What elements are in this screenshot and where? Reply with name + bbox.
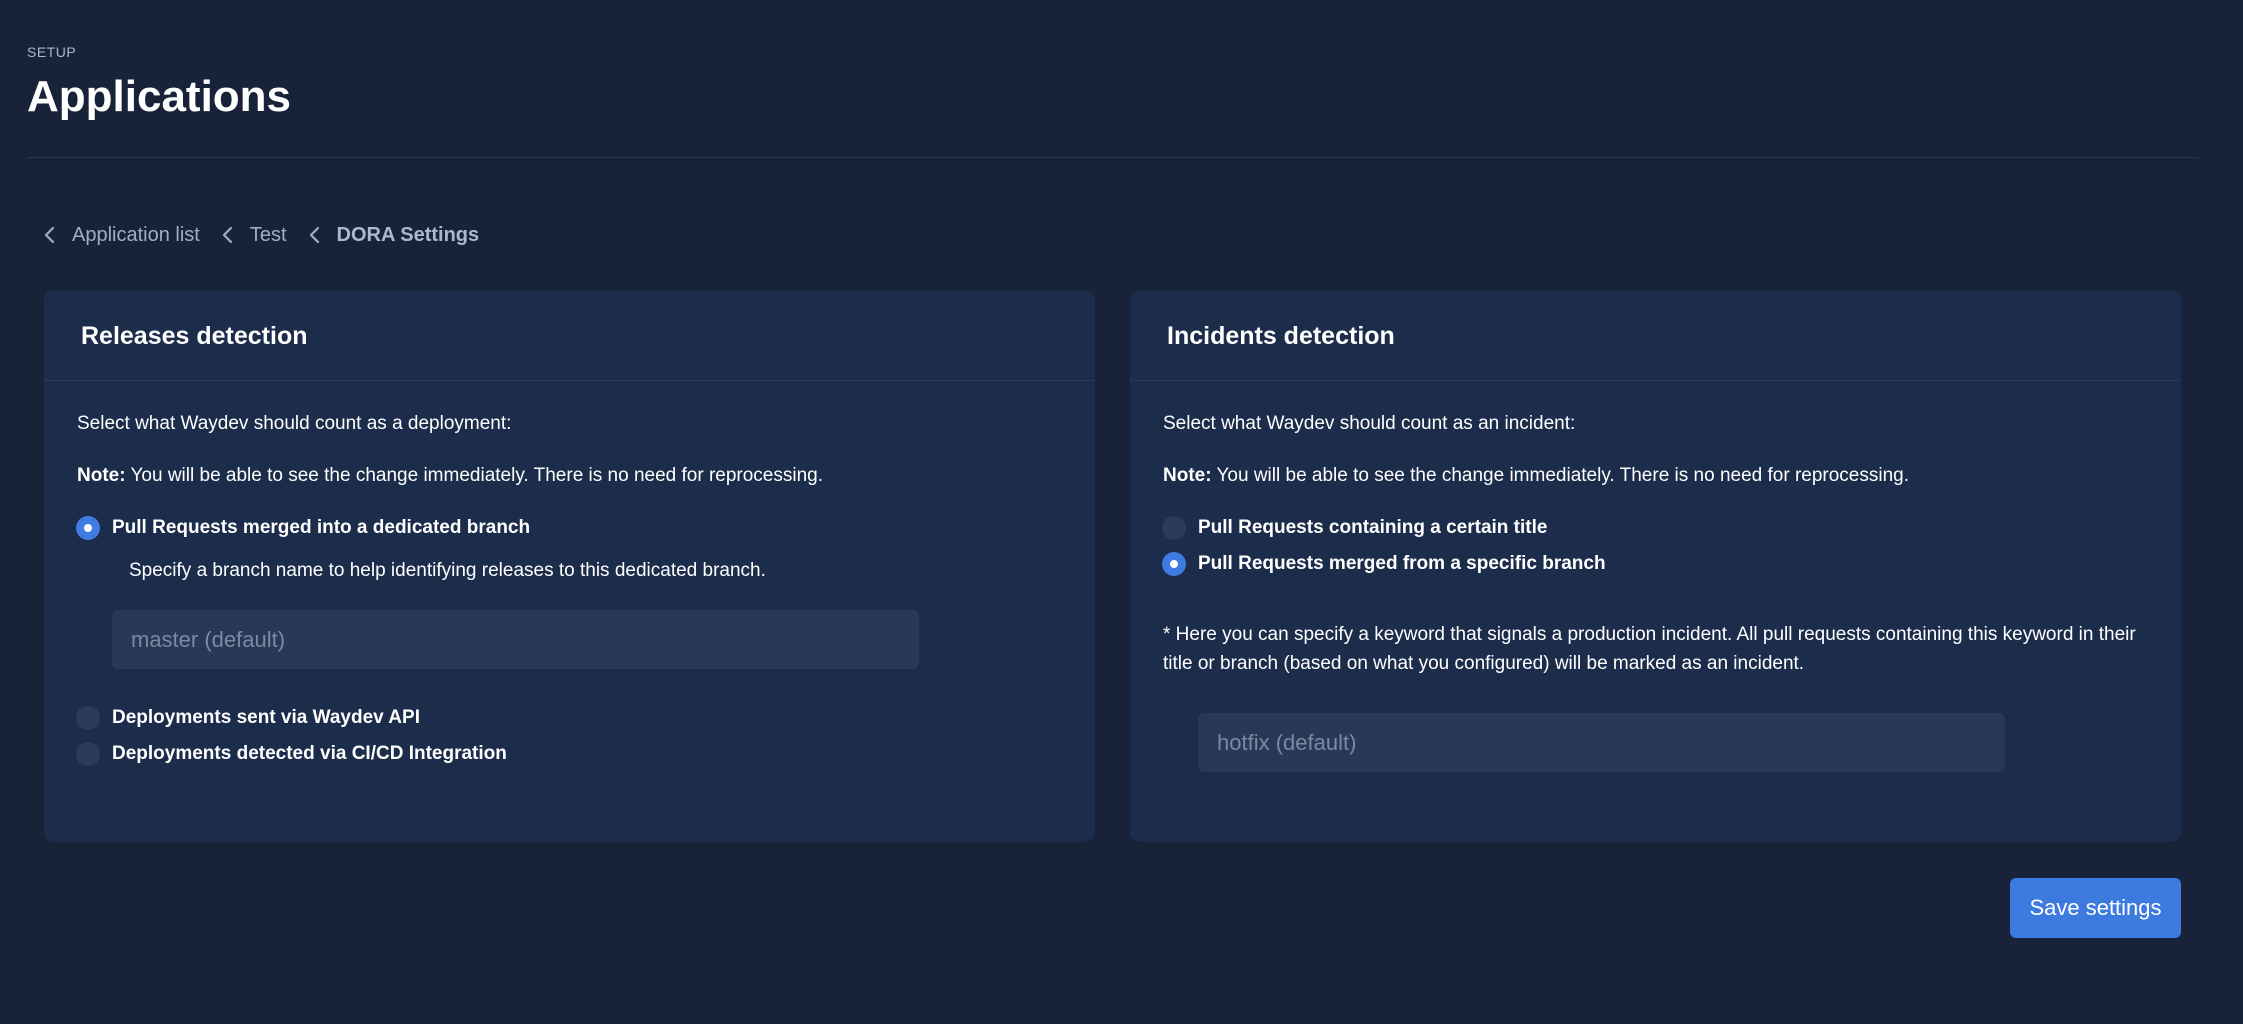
breadcrumb: Application list Test DORA Settings xyxy=(42,221,499,249)
radio-label: Pull Requests merged from a specific bra… xyxy=(1198,553,1606,574)
breadcrumb-label: Application list xyxy=(72,223,200,246)
note-text: You will be able to see the change immed… xyxy=(125,465,824,486)
radio-certain-title[interactable]: Pull Requests containing a certain title xyxy=(1162,516,1547,540)
card-divider xyxy=(1130,380,2181,381)
radio-specific-branch[interactable]: Pull Requests merged from a specific bra… xyxy=(1162,552,1606,576)
incidents-prompt: Select what Waydev should count as an in… xyxy=(1163,413,1576,434)
breadcrumb-application-list[interactable]: Application list xyxy=(42,224,220,247)
note-label: Note: xyxy=(1163,465,1212,486)
radio-label: Pull Requests containing a certain title xyxy=(1198,517,1548,538)
incident-keyword-input[interactable] xyxy=(1198,713,2005,772)
breadcrumb-dora-settings[interactable]: DORA Settings xyxy=(307,224,500,247)
branch-name-input[interactable] xyxy=(112,610,919,669)
chevron-left-icon xyxy=(309,226,319,244)
page-eyebrow: SETUP xyxy=(27,44,77,60)
releases-prompt: Select what Waydev should count as a dep… xyxy=(77,413,512,434)
note-label: Note: xyxy=(77,465,126,486)
breadcrumb-test[interactable]: Test xyxy=(220,224,307,247)
radio-label: Deployments sent via Waydev API xyxy=(112,707,420,728)
chevron-left-icon xyxy=(222,226,232,244)
breadcrumb-label: DORA Settings xyxy=(336,223,480,246)
breadcrumb-label: Test xyxy=(249,223,287,246)
save-settings-button[interactable]: Save settings xyxy=(2010,878,2181,938)
note-text: You will be able to see the change immed… xyxy=(1211,465,1910,486)
card-title: Releases detection xyxy=(81,322,308,350)
page-header: SETUP Applications xyxy=(27,44,291,122)
incidents-detection-card: Incidents detection Select what Waydev s… xyxy=(1130,290,2181,842)
card-title: Incidents detection xyxy=(1167,322,1395,350)
releases-detection-card: Releases detection Select what Waydev sh… xyxy=(44,290,1095,842)
radio-label: Pull Requests merged into a dedicated br… xyxy=(112,517,531,538)
incidents-note: Note: You will be able to see the change… xyxy=(1163,465,1909,487)
keyword-hint: * Here you can specify a keyword that si… xyxy=(1163,624,2136,674)
releases-note: Note: You will be able to see the change… xyxy=(77,465,823,487)
branch-hint: Specify a branch name to help identifyin… xyxy=(129,560,766,581)
radio-label: Deployments detected via CI/CD Integrati… xyxy=(112,743,507,764)
card-divider xyxy=(44,380,1095,381)
radio-waydev-api[interactable]: Deployments sent via Waydev API xyxy=(76,706,420,730)
header-divider xyxy=(27,157,2198,158)
radio-button[interactable] xyxy=(76,706,100,730)
radio-cicd-integration[interactable]: Deployments detected via CI/CD Integrati… xyxy=(76,742,507,766)
radio-button[interactable] xyxy=(76,742,100,766)
chevron-left-icon xyxy=(44,226,55,244)
radio-dedicated-branch[interactable]: Pull Requests merged into a dedicated br… xyxy=(76,516,530,540)
dora-settings-page: SETUP Applications Application list Test… xyxy=(0,0,2243,1024)
radio-button[interactable] xyxy=(1162,516,1186,540)
radio-button[interactable] xyxy=(1162,552,1186,576)
radio-button[interactable] xyxy=(76,516,100,540)
page-title: Applications xyxy=(27,72,292,121)
